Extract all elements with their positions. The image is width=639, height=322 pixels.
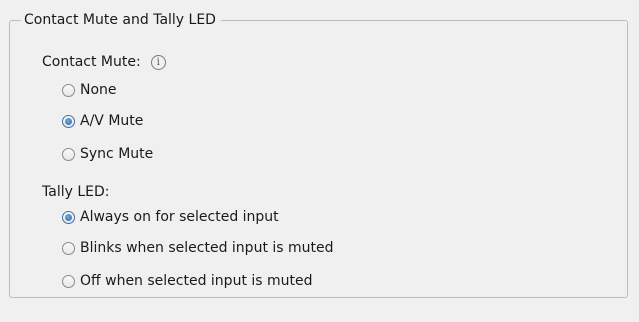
radio-contact-mute-sync-mute[interactable]: Sync Mute xyxy=(62,145,153,163)
radio-tally-blinks[interactable]: Blinks when selected input is muted xyxy=(62,239,334,257)
radio-button[interactable] xyxy=(62,274,75,288)
radio-button[interactable] xyxy=(62,83,75,97)
tally-led-label: Tally LED: xyxy=(42,184,110,200)
radio-button[interactable] xyxy=(62,210,75,224)
radio-button[interactable] xyxy=(62,114,75,128)
radio-label: Blinks when selected input is muted xyxy=(80,240,334,256)
radio-contact-mute-av-mute[interactable]: A/V Mute xyxy=(62,112,143,130)
tally-led-section: Tally LED: xyxy=(42,183,109,201)
radio-label: Always on for selected input xyxy=(80,209,279,225)
radio-label: None xyxy=(80,82,117,98)
contact-mute-section: Contact Mute: i xyxy=(42,53,166,71)
radio-label: Sync Mute xyxy=(80,146,154,162)
radio-tally-off[interactable]: Off when selected input is muted xyxy=(62,272,313,290)
radio-button[interactable] xyxy=(62,241,75,255)
info-icon[interactable]: i xyxy=(150,54,166,70)
radio-button[interactable] xyxy=(62,147,75,161)
radio-contact-mute-none[interactable]: None xyxy=(62,81,117,99)
group-title: Contact Mute and Tally LED xyxy=(21,11,221,29)
contact-mute-label: Contact Mute: xyxy=(42,54,141,70)
radio-label: Off when selected input is muted xyxy=(80,273,313,289)
radio-label: A/V Mute xyxy=(80,113,144,129)
radio-tally-always-on[interactable]: Always on for selected input xyxy=(62,208,279,226)
